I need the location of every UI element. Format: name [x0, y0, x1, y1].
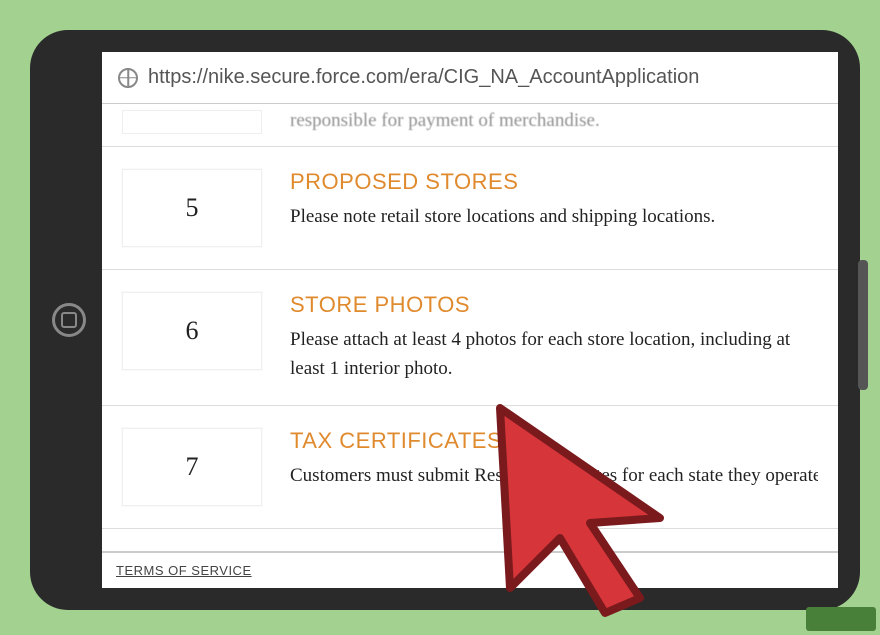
- step-content: PROPOSED STORES Please note retail store…: [290, 169, 818, 232]
- step-description: Please note retail store locations and s…: [290, 203, 818, 232]
- step-row-6[interactable]: 6 STORE PHOTOS Please attach at least 4 …: [102, 270, 838, 406]
- step-number-box: 6: [122, 292, 262, 370]
- step-number: 6: [186, 316, 199, 346]
- step-content: TAX CERTIFICATES Customers must submit R…: [290, 428, 818, 491]
- screen: https://nike.secure.force.com/era/CIG_NA…: [102, 52, 838, 588]
- step-description: Please attach at least 4 photos for each…: [290, 326, 818, 383]
- step-number-box: [122, 110, 262, 134]
- tablet-frame: https://nike.secure.force.com/era/CIG_NA…: [30, 30, 860, 610]
- step-number: 7: [186, 452, 199, 482]
- address-bar[interactable]: https://nike.secure.force.com/era/CIG_NA…: [102, 52, 838, 104]
- step-description: responsible for payment of merchandise.: [290, 110, 818, 134]
- step-content: STORE PHOTOS Please attach at least 4 ph…: [290, 292, 818, 383]
- step-number-box: 7: [122, 428, 262, 506]
- url-text: https://nike.secure.force.com/era/CIG_NA…: [148, 66, 699, 89]
- step-title: PROPOSED STORES: [290, 169, 818, 195]
- step-row-5[interactable]: 5 PROPOSED STORES Please note retail sto…: [102, 147, 838, 270]
- step-row-partial: responsible for payment of merchandise.: [102, 104, 838, 147]
- step-description: Customers must submit Resale Certificate…: [290, 462, 818, 491]
- step-number-box: 5: [122, 169, 262, 247]
- home-button[interactable]: [52, 303, 86, 337]
- watermark: [806, 607, 876, 631]
- terms-link[interactable]: TERMS OF SERVICE: [116, 563, 252, 578]
- power-button[interactable]: [858, 260, 868, 390]
- step-row-7[interactable]: 7 TAX CERTIFICATES Customers must submit…: [102, 406, 838, 529]
- step-number: 5: [186, 193, 199, 223]
- footer: TERMS OF SERVICE: [102, 551, 838, 588]
- step-title: STORE PHOTOS: [290, 292, 818, 318]
- globe-icon: [118, 68, 138, 88]
- step-title: TAX CERTIFICATES: [290, 428, 818, 454]
